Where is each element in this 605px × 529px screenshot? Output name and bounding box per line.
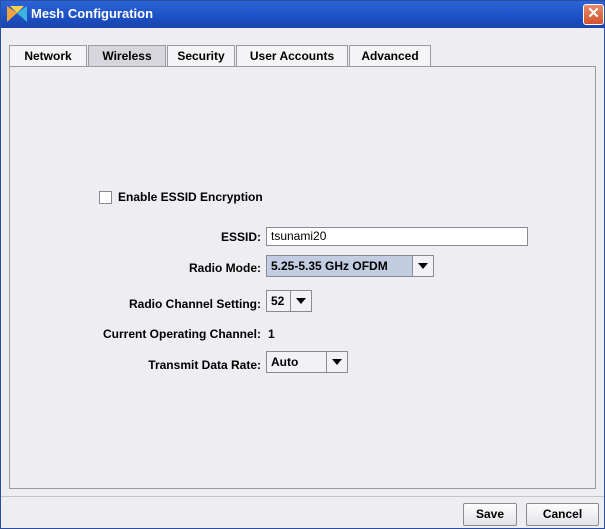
radio-channel-label: Radio Channel Setting: [129,297,261,311]
mesh-app-icon [7,6,27,22]
essid-label: ESSID: [220,230,261,244]
radio-mode-label: Radio Mode: [189,261,261,275]
tab-advanced[interactable]: Advanced [349,45,431,66]
mesh-configuration-window: Mesh Configuration ✕ Network Wireless Se… [0,0,605,529]
window-title: Mesh Configuration [31,6,154,21]
radio-mode-dropdown-button[interactable] [412,256,433,276]
radio-channel-select[interactable]: 52 [266,290,312,312]
tab-network[interactable]: Network [9,45,87,66]
close-button[interactable]: ✕ [583,4,604,25]
cancel-button[interactable]: Cancel [526,503,599,526]
radio-mode-select[interactable]: 5.25-5.35 GHz OFDM [266,255,434,277]
tab-security[interactable]: Security [167,45,235,66]
enable-essid-encryption-checkbox[interactable] [99,191,112,204]
radio-mode-value: 5.25-5.35 GHz OFDM [271,259,388,273]
transmit-rate-label: Transmit Data Rate: [148,358,261,372]
essid-input[interactable]: tsunami20 [266,227,528,246]
chevron-down-icon [332,359,342,365]
radio-channel-dropdown-button[interactable] [290,291,311,311]
wireless-panel [9,66,596,489]
chevron-down-icon [418,263,428,269]
footer-divider [1,496,604,497]
current-channel-value: 1 [268,327,275,341]
enable-essid-encryption-label: Enable ESSID Encryption [118,190,263,204]
current-channel-label: Current Operating Channel: [102,327,261,341]
tab-user-accounts[interactable]: User Accounts [236,45,348,66]
transmit-rate-select[interactable]: Auto [266,351,348,373]
chevron-down-icon [296,298,306,304]
radio-channel-value: 52 [271,294,285,308]
title-bar[interactable]: Mesh Configuration ✕ [1,1,604,28]
transmit-rate-dropdown-button[interactable] [326,352,347,372]
save-button[interactable]: Save [463,503,517,526]
tab-wireless[interactable]: Wireless [88,45,166,67]
transmit-rate-value: Auto [271,355,299,369]
close-icon: ✕ [587,5,600,22]
